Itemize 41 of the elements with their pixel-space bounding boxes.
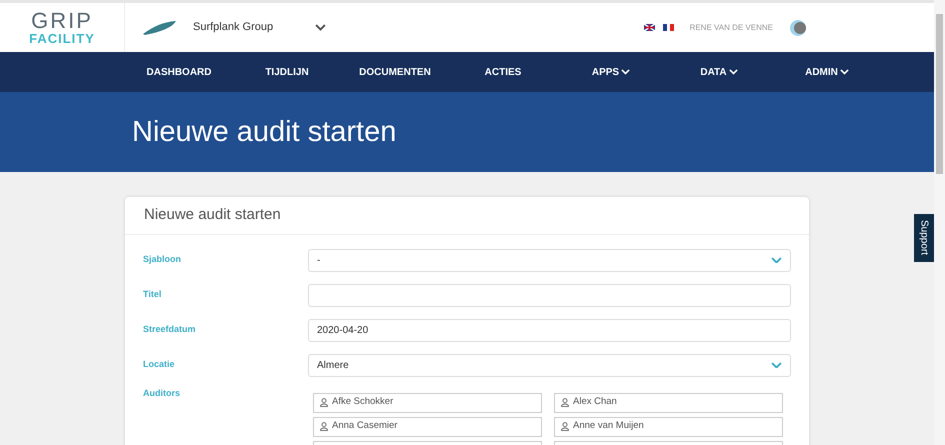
select-field[interactable]: - xyxy=(308,248,791,272)
user-icon xyxy=(561,422,569,431)
page-title: Nieuwe audit starten xyxy=(132,114,396,150)
scrollbar[interactable] xyxy=(934,0,945,445)
user-icon xyxy=(320,398,328,407)
chevron-icon xyxy=(621,69,630,75)
card-title: Nieuwe audit starten xyxy=(125,197,809,234)
dropdown-caret-icon xyxy=(315,24,326,31)
auditor-chip[interactable]: Alex Chan xyxy=(554,392,783,412)
input-field[interactable] xyxy=(308,284,791,306)
chevron-icon xyxy=(728,69,738,75)
nav-link[interactable]: ADMIN xyxy=(773,52,881,92)
nav-link[interactable]: ACTIES xyxy=(449,52,557,92)
company-name: Surfplank Group xyxy=(193,20,274,36)
chevron-icon xyxy=(771,362,782,368)
field-label: Auditors xyxy=(143,386,181,400)
french-flag-icon[interactable] xyxy=(662,24,674,31)
field-label: Sjabloon xyxy=(143,253,182,266)
field-label: Titel xyxy=(143,288,162,302)
scrollbar-thumb[interactable] xyxy=(936,14,943,174)
chevron-icon xyxy=(840,69,849,75)
select-field[interactable]: Almere xyxy=(308,354,791,376)
auditor-chip[interactable]: Afke Schokker xyxy=(313,392,542,412)
nav-link[interactable]: APPS xyxy=(557,52,665,92)
nav-link[interactable]: TIJDLIJN xyxy=(233,52,341,92)
nav-link[interactable]: DOCUMENTEN xyxy=(341,52,449,92)
logo-subtext: FACILITY xyxy=(29,32,95,45)
chevron-icon xyxy=(771,256,782,264)
user-icon xyxy=(561,398,569,407)
field-label: Locatie xyxy=(143,358,176,372)
input-field[interactable]: 2020-04-20 xyxy=(308,318,791,342)
auditor-chip[interactable]: Anna Casemier xyxy=(313,416,542,436)
user-icon xyxy=(320,422,328,431)
nav-link[interactable]: DASHBOARD xyxy=(125,52,233,92)
auditor-chip[interactable]: Anne van Muijen xyxy=(554,416,783,436)
nav-link[interactable]: DATA xyxy=(665,52,773,92)
support-tab[interactable]: Support xyxy=(914,214,934,262)
avatar-icon[interactable] xyxy=(789,18,807,36)
uk-flag-icon[interactable] xyxy=(644,24,655,31)
field-label: Streefdatum xyxy=(143,323,197,336)
logo-text: GRIP xyxy=(31,10,93,32)
